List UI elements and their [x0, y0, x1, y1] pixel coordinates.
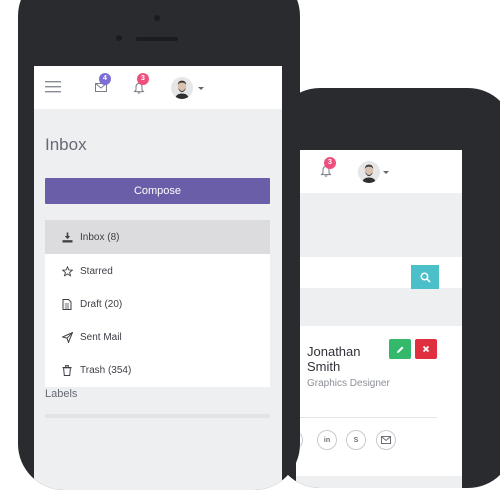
edit-button[interactable]: [389, 339, 411, 359]
chevron-down-icon[interactable]: [383, 171, 389, 174]
search-icon: [420, 272, 431, 283]
notifications-button[interactable]: 3: [131, 73, 149, 96]
social-email-icon[interactable]: [376, 430, 396, 450]
phone-camera: [116, 35, 122, 41]
folder-starred[interactable]: Starred: [45, 254, 270, 288]
bell-badge: 3: [137, 73, 149, 85]
pencil-icon: [396, 346, 403, 353]
back-topbar: 3: [296, 150, 462, 193]
folder-label: Inbox (8): [80, 231, 120, 243]
page-title: Inbox: [45, 135, 87, 154]
phone-sensor: [154, 15, 160, 21]
mail-folder-list: Inbox (8) Starred Draft (20) Sent Mail T…: [45, 220, 270, 387]
compose-button[interactable]: Compose: [45, 178, 270, 204]
file-icon: [60, 297, 74, 311]
card-divider: [296, 417, 437, 418]
back-screen: 3 Jonathan Smith Graphics Designer in S: [296, 150, 462, 488]
close-icon: [422, 345, 430, 353]
chevron-down-icon[interactable]: [198, 87, 204, 90]
envelope-icon: [381, 436, 391, 444]
profile-card: Jonathan Smith Graphics Designer f in S: [296, 326, 462, 476]
profile-last-name: Smith: [307, 359, 341, 374]
profile-first-name: Jonathan: [307, 344, 361, 359]
profile-role: Graphics Designer: [307, 378, 390, 389]
download-icon: [60, 230, 74, 244]
search-button[interactable]: [411, 265, 439, 289]
folder-label: Sent Mail: [80, 331, 122, 343]
mail-badge: 4: [99, 73, 111, 85]
notifications-button[interactable]: 3: [318, 157, 336, 179]
avatar[interactable]: [358, 161, 380, 183]
hamburger-icon: [45, 81, 61, 93]
delete-button[interactable]: [415, 339, 437, 359]
back-phone: 3 Jonathan Smith Graphics Designer in S: [274, 88, 500, 488]
front-screen: 4 3 Inbox Compose Inbox (8) Starred Draf…: [34, 66, 282, 490]
front-phone: 4 3 Inbox Compose Inbox (8) Starred Draf…: [18, 0, 300, 490]
social-linkedin-icon[interactable]: in: [317, 430, 337, 450]
phone-speaker: [136, 37, 178, 41]
avatar[interactable]: [171, 77, 193, 99]
folder-inbox[interactable]: Inbox (8): [45, 220, 270, 254]
hamburger-menu-button[interactable]: [45, 80, 61, 94]
labels-heading: Labels: [45, 388, 78, 400]
folder-trash[interactable]: Trash (354): [45, 353, 270, 387]
send-icon: [60, 330, 74, 344]
folder-sent[interactable]: Sent Mail: [45, 320, 270, 354]
front-topbar: 4 3: [34, 66, 282, 109]
star-icon: [60, 264, 74, 278]
folder-label: Trash (354): [80, 364, 132, 376]
messages-button[interactable]: 4: [93, 73, 111, 94]
trash-icon: [60, 363, 74, 377]
bell-badge: 3: [324, 157, 336, 169]
folder-label: Draft (20): [80, 298, 123, 310]
folder-draft[interactable]: Draft (20): [45, 287, 270, 321]
labels-panel: [45, 414, 270, 418]
user-photo-icon: [171, 77, 193, 99]
social-skype-icon[interactable]: S: [346, 430, 366, 450]
user-photo-icon: [358, 161, 380, 183]
folder-label: Starred: [80, 265, 113, 277]
